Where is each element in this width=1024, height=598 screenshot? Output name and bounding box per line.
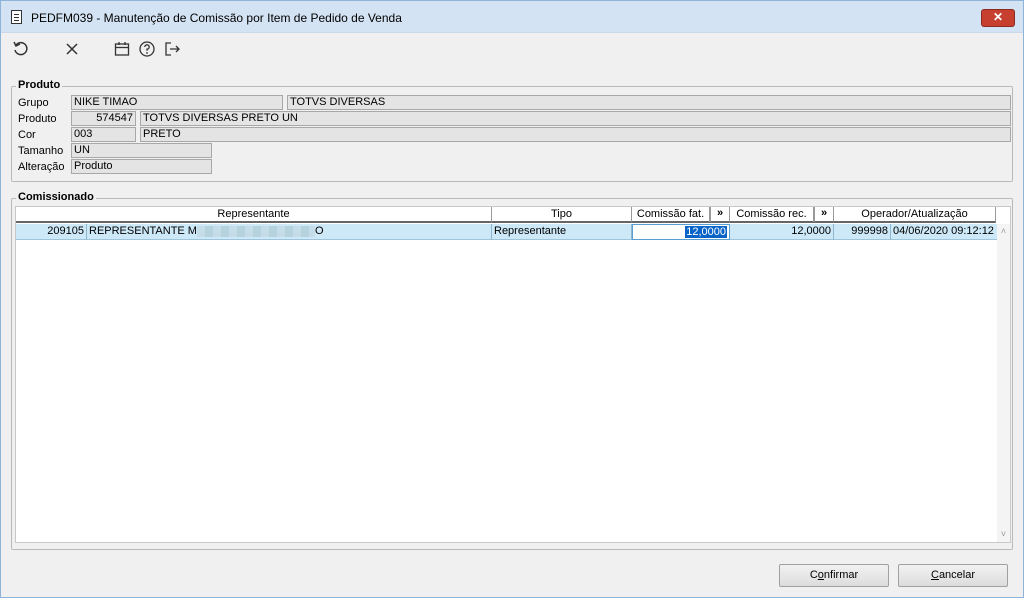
main-window: PEDFM039 - Manutenção de Comissão por It… (0, 0, 1024, 598)
representante-name-start: REPRESENTANTE M (89, 225, 197, 237)
vertical-scrollbar[interactable]: ˄ ˅ (997, 224, 1010, 542)
col-header-operador[interactable]: Operador/Atualização (834, 207, 996, 223)
cancelar-suffix: ancelar (938, 569, 976, 581)
cor-code-field[interactable]: 003 (71, 127, 136, 142)
comissao-rec-cell[interactable]: 12,0000 (730, 224, 834, 240)
confirmar-suffix: nfirmar (823, 569, 859, 581)
comissionado-section-title: Comissionado (16, 191, 96, 203)
representante-name-cell: REPRESENTANTE M O (87, 224, 492, 240)
table-row[interactable]: 209105 REPRESENTANTE M O Representante 12… (16, 224, 998, 240)
col-header-representante[interactable]: Representante (16, 207, 492, 223)
produto-label: Produto (18, 113, 57, 125)
comissao-rec-expand-button[interactable]: » (814, 207, 834, 223)
grupo-label: Grupo (18, 97, 49, 109)
title-bar: PEDFM039 - Manutenção de Comissão por It… (1, 1, 1023, 33)
exit-icon[interactable] (163, 40, 181, 58)
col-header-comissao-fat[interactable]: Comissão fat. (632, 207, 710, 223)
window-close-button[interactable]: ✕ (981, 9, 1015, 27)
col-header-tipo[interactable]: Tipo (492, 207, 632, 223)
representante-code-cell: 209105 (16, 224, 87, 240)
representante-name-end: O (314, 225, 324, 237)
help-icon[interactable] (138, 40, 156, 58)
close-icon[interactable] (63, 40, 81, 58)
cancelar-mnemonic: C (930, 569, 939, 581)
comissionado-grid[interactable]: Representante Tipo Comissão fat. » Comis… (15, 206, 1011, 543)
produto-section-title: Produto (16, 79, 63, 91)
col-header-comissao-rec[interactable]: Comissão rec. (730, 207, 814, 223)
window-title: PEDFM039 - Manutenção de Comissão por It… (31, 11, 402, 25)
cor-label: Cor (18, 129, 36, 141)
toolbar (1, 34, 1023, 64)
produto-desc-field: TOTVS DIVERSAS PRETO UN (140, 111, 1011, 126)
alteracao-field[interactable]: Produto (71, 159, 212, 174)
tamanho-label: Tamanho (18, 145, 64, 157)
comissao-fat-value: 12,0000 (685, 226, 727, 238)
comissao-fat-input[interactable]: 12,0000 (632, 224, 730, 240)
scroll-up-icon[interactable]: ˄ (999, 227, 1008, 236)
comissao-fat-expand-button[interactable]: » (710, 207, 730, 223)
scroll-down-icon[interactable]: ˅ (999, 530, 1008, 539)
redacted-text (196, 225, 315, 237)
cor-desc-field: PRETO (140, 127, 1011, 142)
produto-code-field[interactable]: 574547 (71, 111, 136, 126)
confirmar-button[interactable]: Confirmar (779, 564, 889, 587)
refresh-icon[interactable] (12, 40, 30, 58)
calendar-icon[interactable] (113, 40, 131, 58)
confirmar-prefix: C (809, 569, 818, 581)
tipo-cell: Representante (492, 224, 632, 240)
cancelar-button[interactable]: Cancelar (898, 564, 1008, 587)
alteracao-label: Alteração (18, 161, 65, 173)
operador-cell: 999998 (834, 224, 891, 240)
document-icon (11, 10, 22, 24)
grupo-desc-field: TOTVS DIVERSAS (287, 95, 1011, 110)
grupo-code-field[interactable]: NIKE TIMAO (71, 95, 283, 110)
atualizacao-cell: 04/06/2020 09:12:12 (891, 224, 998, 240)
tamanho-field[interactable]: UN (71, 143, 212, 158)
